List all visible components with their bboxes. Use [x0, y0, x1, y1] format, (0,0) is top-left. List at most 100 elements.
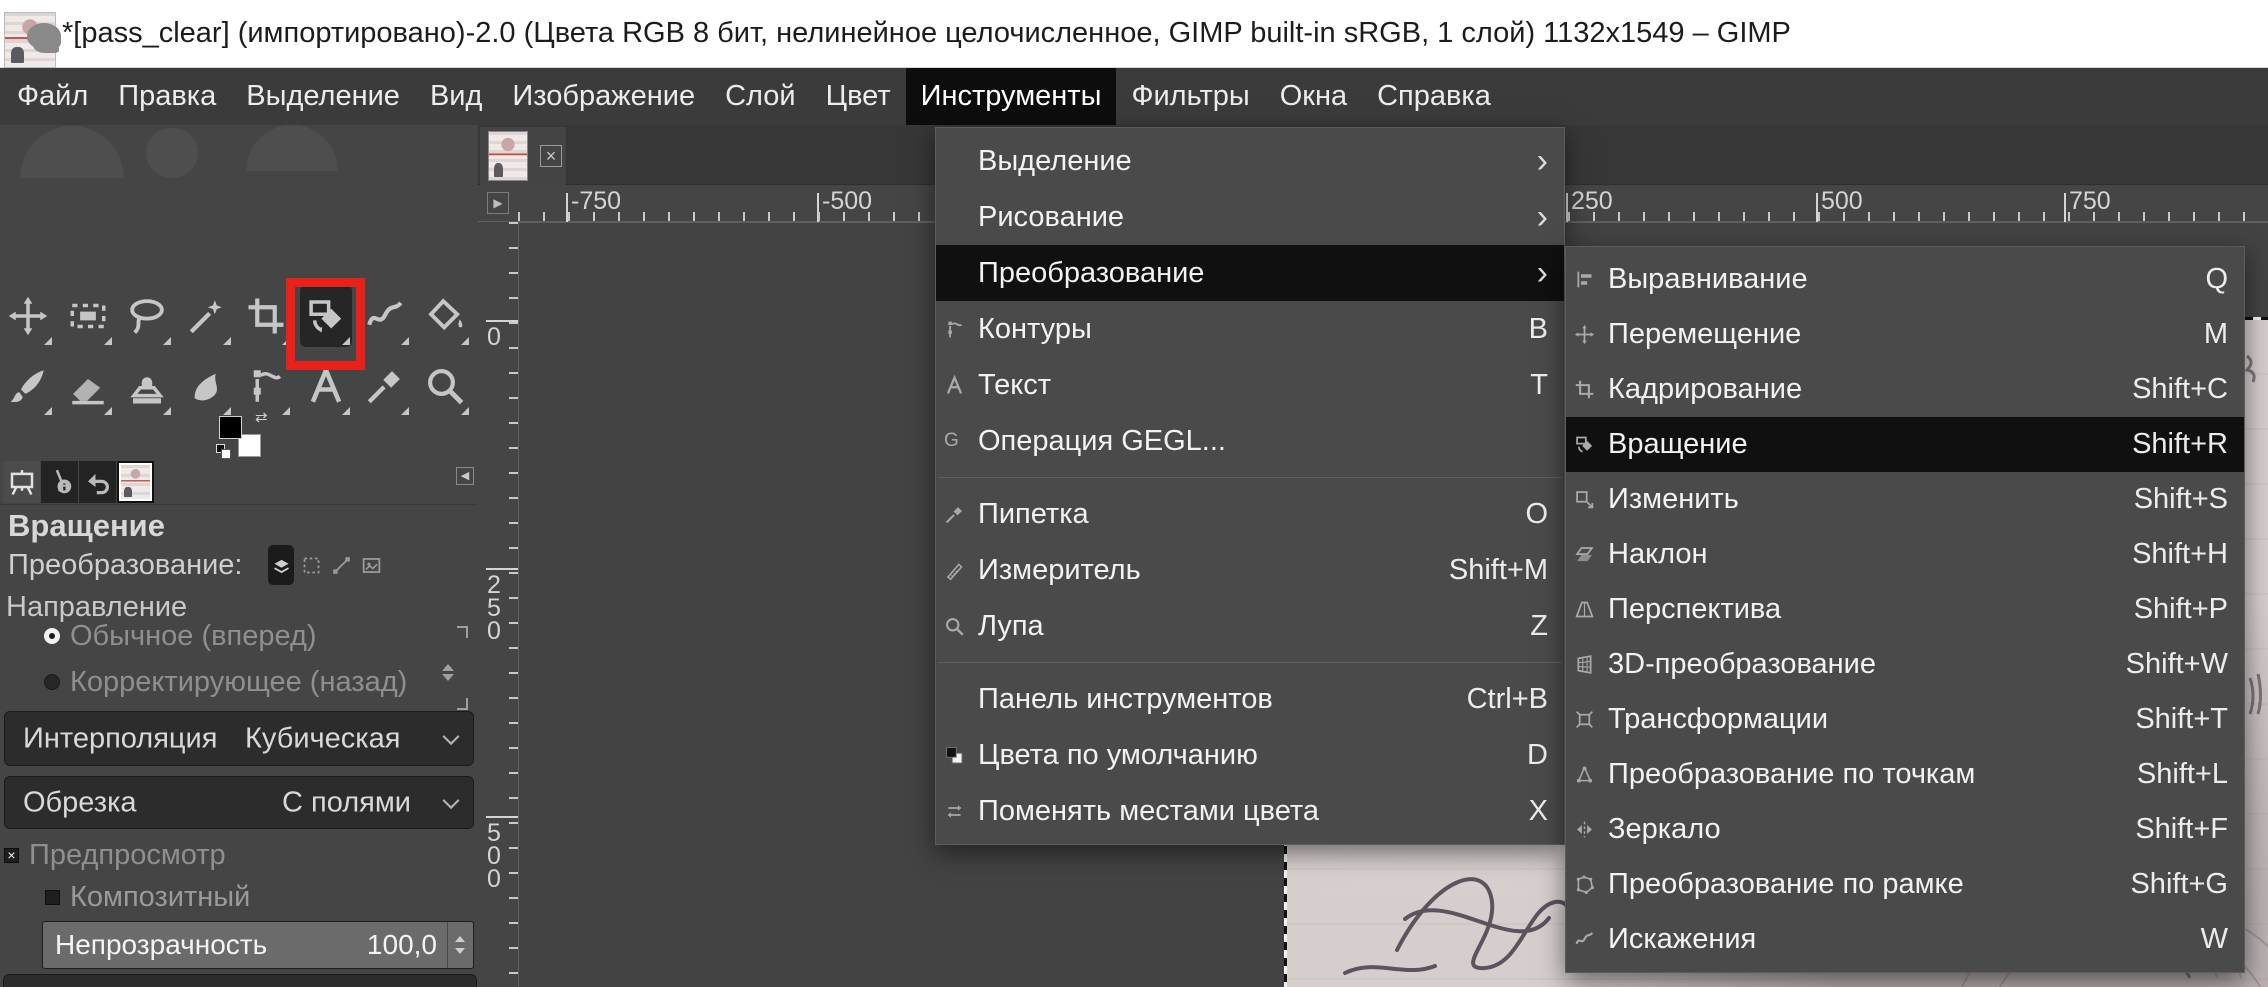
tool-color-picker[interactable]: [359, 355, 411, 417]
opacity-spinner[interactable]: [447, 922, 473, 968]
tools-menu-item-selection-tools[interactable]: Выделение›: [936, 133, 1564, 189]
menu-item-shortcut: Shift+G: [2130, 868, 2228, 901]
tool-zoom[interactable]: [419, 355, 471, 417]
vruler-label-0: 0: [478, 320, 518, 353]
tools-menu-item-paths[interactable]: КонтурыB: [936, 301, 1564, 357]
transform-menu-item-handle-transform[interactable]: Преобразование по точкамShift+L: [1566, 747, 2244, 802]
toolbox-wilber-art: [20, 126, 124, 178]
warp-icon: [1574, 928, 1608, 952]
transform-menu-item-rotate[interactable]: ВращениеShift+R: [1566, 417, 2244, 472]
menubar-item-select[interactable]: Выделение: [231, 68, 415, 125]
tool-clone[interactable]: [121, 355, 173, 417]
tool-eraser[interactable]: [62, 355, 114, 417]
interpolation-dropdown[interactable]: Интерполяция Кубическая: [4, 711, 474, 766]
transform-target-image[interactable]: [358, 545, 384, 585]
menubar-item-image[interactable]: Изображение: [497, 68, 710, 125]
menubar-item-edit[interactable]: Правка: [103, 68, 231, 125]
transform-menu-item-unified-transform[interactable]: ТрансформацииShift+T: [1566, 692, 2244, 747]
tool-options-panel: Вращение Преобразование: Направление Обы…: [0, 504, 478, 987]
transform-menu-item-perspective[interactable]: ПерспективаShift+P: [1566, 582, 2244, 637]
easel-icon: [7, 467, 37, 497]
tool-rectangle-select[interactable]: [62, 285, 114, 347]
vruler-label-250: 250: [478, 568, 518, 647]
menubar-item-help[interactable]: Справка: [1362, 68, 1506, 125]
transform-target-path[interactable]: [328, 545, 354, 585]
tools-menu-item-color-picker[interactable]: ПипеткаO: [936, 486, 1564, 542]
transform-menu-item-crop[interactable]: КадрированиеShift+C: [1566, 362, 2244, 417]
tool-free-select[interactable]: [121, 285, 173, 347]
radio-label: Корректирующее (назад): [70, 666, 407, 699]
transform-menu-item-cage-transform[interactable]: Преобразование по рамкеShift+G: [1566, 857, 2244, 912]
transform-target-selection[interactable]: [298, 545, 324, 585]
transform-menu-item-warp[interactable]: ИскаженияW: [1566, 912, 2244, 967]
tool-fuzzy-select[interactable]: [181, 285, 233, 347]
preview-checkbox[interactable]: × Предпросмотр: [4, 839, 226, 872]
tools-menu-item-gegl-operation[interactable]: GОперация GEGL...: [936, 413, 1564, 469]
tools-menu-item-zoom[interactable]: ЛупаZ: [936, 598, 1564, 654]
tools-menu-item-toolbox[interactable]: Панель инструментовCtrl+B: [936, 671, 1564, 727]
transform-menu-item-scale[interactable]: ИзменитьShift+S: [1566, 472, 2244, 527]
menu-item-shortcut: Shift+L: [2137, 758, 2228, 791]
transform-menu-item-flip[interactable]: ЗеркалоShift+F: [1566, 802, 2244, 857]
menu-item-label: Искажения: [1608, 923, 2187, 956]
spin-up-icon: [455, 931, 465, 942]
clipping-dropdown[interactable]: Обрезка С полями: [4, 776, 474, 829]
tools-menu-item-swap-colors[interactable]: Поменять местами цветаX: [936, 783, 1564, 839]
menubar-item-tools[interactable]: Инструменты: [906, 68, 1117, 125]
dock-collapse-button[interactable]: ◀: [456, 467, 474, 485]
tools-menu-item-transform-tools[interactable]: Преобразование›: [936, 245, 1564, 301]
opacity-slider[interactable]: Непрозрачность 100,0: [42, 921, 474, 969]
tools-menu-item-paint-tools[interactable]: Рисование›: [936, 189, 1564, 245]
dock-tab-device-status[interactable]: [41, 461, 78, 503]
transform-menu-item-move[interactable]: ПеремещениеM: [1566, 307, 2244, 362]
vertical-ruler[interactable]: 0 250 500: [478, 222, 518, 987]
swap-colors-icon: [944, 799, 978, 823]
transform-menu-item-align[interactable]: ВыравниваниеQ: [1566, 252, 2244, 307]
transform-menu-item-shear[interactable]: НаклонShift+H: [1566, 527, 2244, 582]
close-icon[interactable]: ×: [540, 145, 562, 167]
tool-options-corner-icon: [461, 407, 469, 415]
paths-icon: [245, 365, 287, 407]
clone-icon: [126, 365, 168, 407]
menubar-item-windows[interactable]: Окна: [1265, 68, 1362, 125]
tool-bucket-fill[interactable]: [419, 285, 471, 347]
tool-move[interactable]: [2, 285, 54, 347]
menu-item-label: Перемещение: [1608, 318, 2190, 351]
radio-direction-corrective[interactable]: Корректирующее (назад): [44, 665, 407, 699]
tools-menu-item-text[interactable]: ТекстT: [936, 357, 1564, 413]
tool-crop[interactable]: [240, 285, 292, 347]
menu-item-shortcut: Shift+M: [1449, 554, 1548, 587]
tools-menu-item-measure[interactable]: ИзмерительShift+M: [936, 542, 1564, 598]
menu-item-shortcut: D: [1527, 739, 1548, 772]
flip-icon: [1574, 818, 1608, 842]
radio-label: Обычное (вперед): [70, 620, 317, 653]
menubar-item-filters[interactable]: Фильтры: [1116, 68, 1264, 125]
tool-paths[interactable]: [240, 355, 292, 417]
ruler-corner: ▶: [478, 185, 518, 222]
dock-tab-image-thumbnail[interactable]: [117, 461, 154, 503]
tool-warp[interactable]: [359, 285, 411, 347]
dock-tab-tool-options[interactable]: [3, 461, 40, 503]
composited-checkbox[interactable]: Композитный: [45, 881, 250, 914]
menubar-item-layer[interactable]: Слой: [710, 68, 811, 125]
transform-menu-item-transform-3d[interactable]: 3D-преобразованиеShift+W: [1566, 637, 2244, 692]
menubar-item-colors[interactable]: Цвет: [811, 68, 906, 125]
transform-target-layer[interactable]: [268, 545, 294, 585]
radio-direction-normal[interactable]: Обычное (вперед): [44, 619, 317, 653]
tools-menu-item-default-colors[interactable]: Цвета по умолчаниюD: [936, 727, 1564, 783]
ruler-tick-text: 500: [487, 822, 501, 891]
guides-dropdown[interactable]: Направляющие Без напра...: [3, 974, 477, 987]
swap-colors-icon[interactable]: ⇄: [255, 411, 271, 427]
menu-item-label: Кадрирование: [1608, 373, 2118, 406]
foreground-color-swatch[interactable]: [219, 416, 242, 439]
tool-smudge[interactable]: [181, 355, 233, 417]
menubar-item-file[interactable]: Файл: [2, 68, 103, 125]
menubar-item-view[interactable]: Вид: [415, 68, 497, 125]
image-tab[interactable]: ×: [480, 127, 566, 185]
ruler-corner-button[interactable]: ▶: [487, 192, 509, 214]
tool-paintbrush[interactable]: [2, 355, 54, 417]
bracket-bottom: [457, 698, 468, 710]
default-colors-icon[interactable]: [216, 444, 225, 453]
dock-tab-undo-history[interactable]: [79, 461, 116, 503]
link-bracket-widget[interactable]: [450, 626, 468, 710]
